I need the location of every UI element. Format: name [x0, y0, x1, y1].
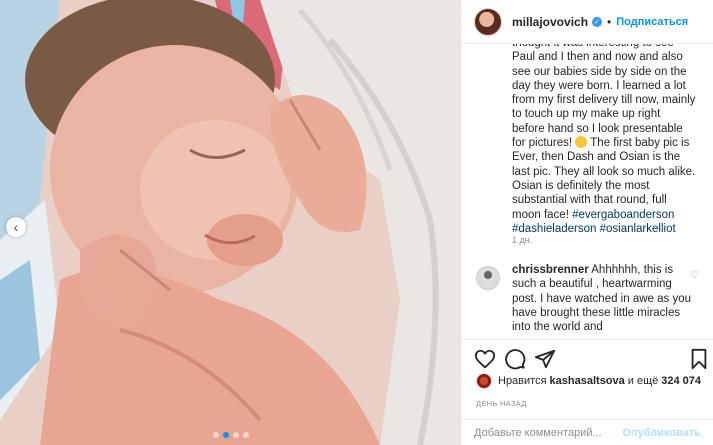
likes-middle: и ещё [627, 375, 659, 387]
likes-line: Нравится kashasaltsova и ещё 324 074 [476, 373, 704, 389]
action-bar [462, 339, 713, 376]
caption-text: thought it was interesting to see Paul a… [512, 44, 696, 150]
avatar[interactable] [474, 7, 502, 36]
caption-time: 1 дн. [512, 235, 533, 245]
carousel-dot [232, 432, 239, 438]
follow-button[interactable]: Подписаться [616, 16, 688, 28]
commenter-username[interactable]: chrissbrenner [512, 264, 589, 276]
share-icon[interactable] [534, 348, 556, 370]
comments-area[interactable]: thought it was interesting to see Paul a… [462, 44, 713, 339]
username-link[interactable]: millajovovich [512, 15, 588, 29]
bookmark-icon[interactable] [688, 348, 710, 370]
liker-username[interactable]: kashasaltsova [550, 375, 625, 387]
post-header: millajovovich ✓ • Подписаться [462, 0, 713, 44]
likes-count[interactable]: 324 074 [661, 375, 701, 387]
carousel-dot [242, 432, 249, 438]
carousel-dot [212, 432, 219, 438]
carousel-dot-active [222, 432, 229, 438]
post-photo[interactable]: ‹ [0, 0, 461, 445]
publish-button[interactable]: Опубликовать [622, 427, 701, 439]
carousel-dots [0, 432, 461, 438]
chevron-left-icon: ‹ [13, 219, 19, 235]
add-comment-bar: Опубликовать [462, 419, 713, 445]
post-date[interactable]: ДЕНЬ НАЗАД [476, 399, 527, 408]
caption: thought it was interesting to see Paul a… [512, 44, 696, 236]
commenter-avatar[interactable] [476, 266, 500, 290]
add-comment-input[interactable] [474, 426, 623, 439]
small-heart-icon[interactable]: ♡ [690, 270, 699, 281]
separator-dot: • [607, 14, 612, 29]
liker-avatar[interactable] [476, 373, 492, 389]
likes-prefix: Нравится [498, 375, 547, 387]
previous-photo-button[interactable]: ‹ [6, 217, 26, 237]
emoji-icon [575, 136, 588, 149]
heart-icon[interactable] [474, 348, 496, 370]
baby-photo-image [0, 0, 461, 445]
post-side-panel: millajovovich ✓ • Подписаться thought it… [461, 0, 713, 445]
comment: chrissbrenner Ahhhhhh, this is such a be… [512, 263, 696, 334]
verified-icon: ✓ [592, 16, 603, 27]
comment-icon[interactable] [504, 348, 526, 370]
